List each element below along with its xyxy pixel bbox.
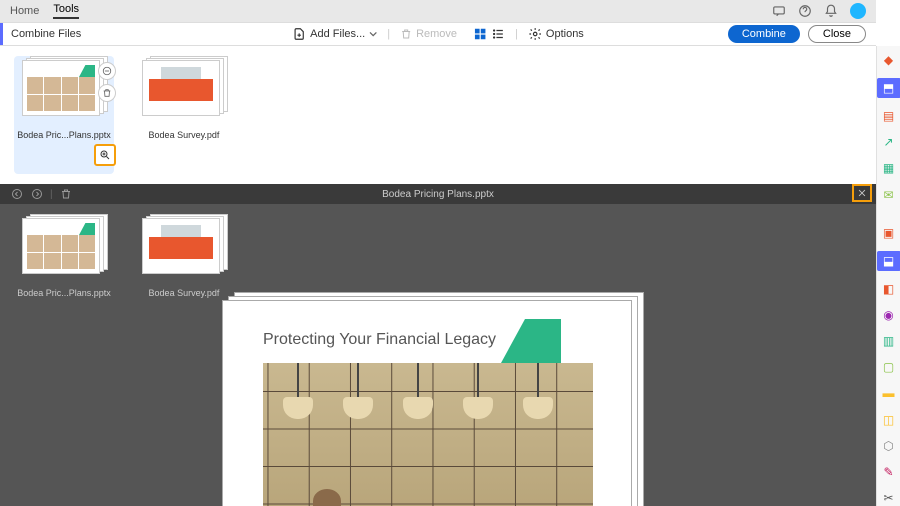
rail-combine-icon[interactable]: ⬒: [877, 78, 900, 98]
close-preview-button[interactable]: [852, 184, 872, 202]
combine-button[interactable]: Combine: [728, 25, 800, 43]
close-button[interactable]: Close: [808, 25, 866, 43]
tab-tools[interactable]: Tools: [53, 3, 79, 19]
rail-protect-icon[interactable]: ⬡: [880, 438, 898, 454]
toolbar-title: Combine Files: [11, 28, 81, 40]
grid-view-icon[interactable]: [473, 27, 487, 41]
avatar[interactable]: [850, 3, 866, 19]
rail-create-pdf-icon[interactable]: ◆: [880, 52, 898, 68]
add-files-button[interactable]: Add Files...: [292, 27, 377, 41]
file-card[interactable]: Bodea Survey.pdf: [134, 56, 234, 174]
file-label: Bodea Survey.pdf: [134, 286, 234, 300]
rail-stamp-icon[interactable]: ◉: [880, 307, 898, 323]
remove-label: Remove: [416, 28, 457, 40]
next-page-icon[interactable]: [30, 187, 44, 201]
rail-compare-icon[interactable]: ◫: [880, 411, 898, 427]
rail-edit-icon[interactable]: ▤: [880, 108, 898, 124]
options-button[interactable]: Options: [528, 27, 584, 41]
rail-more-icon[interactable]: ✂: [880, 490, 898, 506]
collapse-icon[interactable]: [98, 62, 116, 80]
rail-cert-icon[interactable]: ▢: [880, 359, 898, 375]
preview-thumb[interactable]: Bodea Survey.pdf: [134, 214, 234, 300]
file-label: Bodea Survey.pdf: [134, 128, 234, 142]
files-grid: Bodea Pric...Plans.pptx Bodea Survey.pdf: [0, 46, 876, 184]
list-view-icon[interactable]: [491, 27, 505, 41]
rail-tool-active-icon[interactable]: ⬓: [877, 251, 900, 271]
tab-home[interactable]: Home: [10, 5, 39, 17]
expand-thumbnail-button[interactable]: [94, 144, 116, 166]
help-icon[interactable]: [798, 4, 812, 18]
preview-title: Bodea Pricing Plans.pptx: [382, 189, 494, 200]
delete-preview-icon[interactable]: [59, 187, 73, 201]
app-top-bar: Home Tools: [0, 0, 876, 22]
file-label: Bodea Pric...Plans.pptx: [14, 286, 114, 300]
combine-toolbar: Combine Files Add Files... | Remove | Op…: [0, 22, 876, 46]
rail-measure-icon[interactable]: ▥: [880, 333, 898, 349]
rail-organize-icon[interactable]: ▦: [880, 160, 898, 176]
rail-send-icon[interactable]: ✉: [880, 186, 898, 202]
rail-comment-icon[interactable]: ▬: [880, 385, 898, 401]
options-label: Options: [546, 28, 584, 40]
file-label: Bodea Pric...Plans.pptx: [14, 128, 114, 142]
slide-photo: [263, 363, 593, 506]
preview-header: | Bodea Pricing Plans.pptx: [0, 184, 876, 204]
chat-icon[interactable]: [772, 4, 786, 18]
rail-tool-icon[interactable]: ▣: [880, 225, 898, 241]
rail-export-icon[interactable]: ↗: [880, 134, 898, 150]
bell-icon[interactable]: [824, 4, 838, 18]
add-files-label: Add Files...: [310, 28, 365, 40]
delete-icon[interactable]: [98, 84, 116, 102]
preview-thumb[interactable]: Bodea Pric...Plans.pptx: [14, 214, 114, 300]
rail-form-icon[interactable]: ◧: [880, 281, 898, 297]
rail-sign-icon[interactable]: ✎: [880, 464, 898, 480]
right-tools-rail: ◆ ⬒ ▤ ↗ ▦ ✉ ▣ ⬓ ◧ ◉ ▥ ▢ ▬ ◫ ⬡ ✎ ✂: [876, 46, 900, 506]
preview-area: Bodea Pric...Plans.pptx Bodea Survey.pdf…: [0, 204, 876, 506]
file-card-selected[interactable]: Bodea Pric...Plans.pptx: [14, 56, 114, 174]
prev-page-icon[interactable]: [10, 187, 24, 201]
remove-button: Remove: [400, 28, 457, 40]
